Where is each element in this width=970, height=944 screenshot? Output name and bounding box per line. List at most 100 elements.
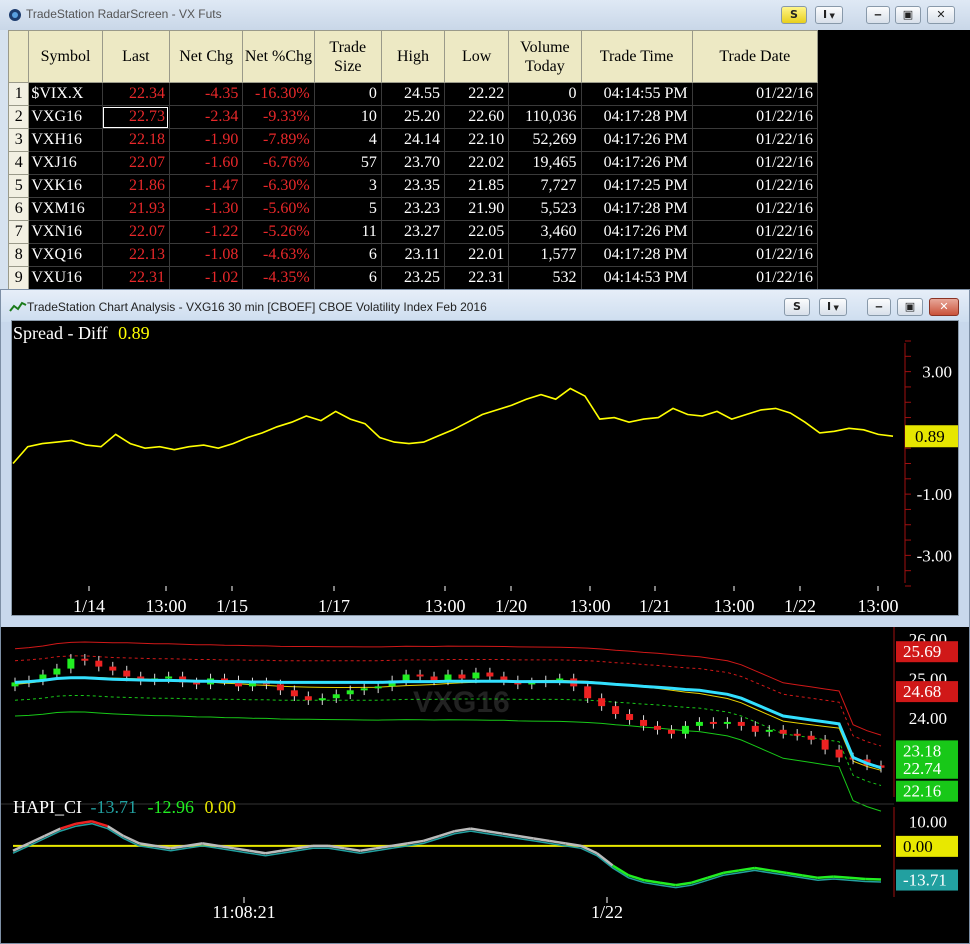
column-header-net-chg[interactable]: Net Chg bbox=[168, 30, 244, 83]
cell-trade-date[interactable]: 01/22/16 bbox=[691, 220, 819, 244]
cell-net-pct-chg[interactable]: -4.63% bbox=[242, 243, 315, 267]
cell-net-pct-chg[interactable]: -5.60% bbox=[242, 197, 315, 221]
cell-last[interactable]: 22.34 bbox=[101, 82, 170, 106]
chart-titlebar[interactable]: TradeStation Chart Analysis - VXG16 30 m… bbox=[1, 290, 969, 322]
chart-indicator-menu-button[interactable]: I ▼ bbox=[819, 298, 847, 316]
cell-volume[interactable]: 110,036 bbox=[508, 105, 582, 129]
column-header-trade-date[interactable]: Trade Date bbox=[691, 30, 819, 83]
cell-symbol[interactable]: VXH16 bbox=[28, 128, 103, 152]
cell-trade-size[interactable]: 10 bbox=[313, 105, 382, 129]
cell-symbol[interactable]: $VIX.X bbox=[28, 82, 103, 106]
cell-high[interactable]: 23.35 bbox=[380, 174, 446, 198]
row-number[interactable]: 7 bbox=[7, 220, 30, 244]
row-number[interactable]: 8 bbox=[7, 243, 30, 267]
cell-volume[interactable]: 532 bbox=[508, 266, 582, 290]
cell-symbol[interactable]: VXN16 bbox=[28, 220, 103, 244]
cell-volume[interactable]: 5,523 bbox=[508, 197, 582, 221]
column-header-volume-today[interactable]: Volume Today bbox=[508, 30, 582, 83]
column-header-trade-size[interactable]: Trade Size bbox=[313, 30, 382, 83]
cell-high[interactable]: 23.11 bbox=[380, 243, 446, 267]
price-and-indicator-pane[interactable]: VXG16 26.00 25.00 24.00 25.69 24.68 23.18 22.74… bbox=[1, 627, 969, 943]
chart-symbol-link-button[interactable]: S bbox=[784, 298, 810, 316]
cell-trade-time[interactable]: 04:17:26 PM bbox=[580, 151, 693, 175]
cell-trade-size[interactable]: 6 bbox=[313, 266, 382, 290]
cell-high[interactable]: 25.20 bbox=[380, 105, 446, 129]
chart-minimize-button[interactable]: ‒ bbox=[867, 298, 891, 316]
cell-trade-size[interactable]: 0 bbox=[313, 82, 382, 106]
cell-trade-size[interactable]: 3 bbox=[313, 174, 382, 198]
cell-net-pct-chg[interactable]: -6.30% bbox=[242, 174, 315, 198]
row-number[interactable]: 1 bbox=[7, 82, 30, 106]
cell-last[interactable]: 21.86 bbox=[101, 174, 170, 198]
cell-net-pct-chg[interactable]: -9.33% bbox=[242, 105, 315, 129]
column-header-net-pct-chg[interactable]: Net %Chg bbox=[242, 30, 315, 83]
cell-high[interactable]: 24.14 bbox=[380, 128, 446, 152]
close-button[interactable]: ✕ bbox=[927, 6, 955, 24]
cell-volume[interactable]: 7,727 bbox=[508, 174, 582, 198]
column-header-last[interactable]: Last bbox=[101, 30, 170, 83]
cell-high[interactable]: 23.70 bbox=[380, 151, 446, 175]
symbol-link-button[interactable]: S bbox=[781, 6, 807, 24]
cell-low[interactable]: 22.01 bbox=[444, 243, 510, 267]
cell-last[interactable]: 22.07 bbox=[101, 220, 170, 244]
table-row[interactable]: 9 VXU16 22.31 -1.02 -4.35% 6 23.25 22.31 532 04:1… bbox=[7, 266, 819, 290]
cell-trade-time[interactable]: 04:14:55 PM bbox=[580, 82, 693, 106]
cell-symbol[interactable]: VXU16 bbox=[28, 266, 103, 290]
cell-trade-size[interactable]: 4 bbox=[313, 128, 382, 152]
cell-trade-time[interactable]: 04:17:28 PM bbox=[580, 243, 693, 267]
cell-low[interactable]: 22.22 bbox=[444, 82, 510, 106]
maximize-button[interactable]: ▣ bbox=[895, 6, 921, 24]
indicator-menu-button[interactable]: I ▼ bbox=[815, 6, 843, 24]
cell-trade-size[interactable]: 57 bbox=[313, 151, 382, 175]
cell-low[interactable]: 21.85 bbox=[444, 174, 510, 198]
cell-trade-size[interactable]: 11 bbox=[313, 220, 382, 244]
cell-net-chg[interactable]: -1.60 bbox=[168, 151, 244, 175]
cell-low[interactable]: 22.31 bbox=[444, 266, 510, 290]
cell-net-pct-chg[interactable]: -6.76% bbox=[242, 151, 315, 175]
column-header-symbol[interactable]: Symbol bbox=[28, 30, 103, 83]
cell-high[interactable]: 23.25 bbox=[380, 266, 446, 290]
cell-net-chg[interactable]: -2.34 bbox=[168, 105, 244, 129]
row-number[interactable]: 5 bbox=[7, 174, 30, 198]
row-number[interactable]: 2 bbox=[7, 105, 30, 129]
cell-net-pct-chg[interactable]: -16.30% bbox=[242, 82, 315, 106]
cell-trade-time[interactable]: 04:14:53 PM bbox=[580, 266, 693, 290]
chart-close-button[interactable]: ✕ bbox=[929, 298, 959, 316]
table-row[interactable]: 3 VXH16 22.18 -1.90 -7.89% 4 24.14 22.10 52,269 0… bbox=[7, 128, 819, 152]
cell-symbol[interactable]: VXJ16 bbox=[28, 151, 103, 175]
table-row[interactable]: 4 VXJ16 22.07 -1.60 -6.76% 57 23.70 22.02 19,465… bbox=[7, 151, 819, 175]
cell-net-pct-chg[interactable]: -7.89% bbox=[242, 128, 315, 152]
row-number[interactable]: 4 bbox=[7, 151, 30, 175]
cell-net-pct-chg[interactable]: -5.26% bbox=[242, 220, 315, 244]
cell-net-chg[interactable]: -1.30 bbox=[168, 197, 244, 221]
cell-net-chg[interactable]: -4.35 bbox=[168, 82, 244, 106]
cell-trade-size[interactable]: 6 bbox=[313, 243, 382, 267]
cell-trade-date[interactable]: 01/22/16 bbox=[691, 197, 819, 221]
cell-trade-date[interactable]: 01/22/16 bbox=[691, 151, 819, 175]
cell-volume[interactable]: 0 bbox=[508, 82, 582, 106]
cell-last[interactable]: 22.31 bbox=[101, 266, 170, 290]
cell-volume[interactable]: 19,465 bbox=[508, 151, 582, 175]
table-row[interactable]: 2 VXG16 22.73 -2.34 -9.33% 10 25.20 22.60 110,03… bbox=[7, 105, 819, 129]
cell-low[interactable]: 21.90 bbox=[444, 197, 510, 221]
column-header-high[interactable]: High bbox=[380, 30, 446, 83]
cell-trade-date[interactable]: 01/22/16 bbox=[691, 243, 819, 267]
cell-last[interactable]: 21.93 bbox=[101, 197, 170, 221]
table-row[interactable]: 7 VXN16 22.07 -1.22 -5.26% 11 23.27 22.05 3,460 0… bbox=[7, 220, 819, 244]
cell-trade-time[interactable]: 04:17:25 PM bbox=[580, 174, 693, 198]
column-header-trade-time[interactable]: Trade Time bbox=[580, 30, 693, 83]
cell-symbol[interactable]: VXM16 bbox=[28, 197, 103, 221]
cell-symbol[interactable]: VXK16 bbox=[28, 174, 103, 198]
cell-symbol[interactable]: VXQ16 bbox=[28, 243, 103, 267]
cell-last[interactable]: 22.07 bbox=[101, 151, 170, 175]
cell-last[interactable]: 22.18 bbox=[101, 128, 170, 152]
table-row[interactable]: 6 VXM16 21.93 -1.30 -5.60% 5 23.23 21.90 5,523 04… bbox=[7, 197, 819, 221]
cell-last[interactable]: 22.13 bbox=[101, 243, 170, 267]
row-number[interactable]: 6 bbox=[7, 197, 30, 221]
cell-net-chg[interactable]: -1.08 bbox=[168, 243, 244, 267]
cell-trade-time[interactable]: 04:17:26 PM bbox=[580, 220, 693, 244]
cell-high[interactable]: 24.55 bbox=[380, 82, 446, 106]
cell-net-pct-chg[interactable]: -4.35% bbox=[242, 266, 315, 290]
cell-low[interactable]: 22.60 bbox=[444, 105, 510, 129]
cell-net-chg[interactable]: -1.02 bbox=[168, 266, 244, 290]
